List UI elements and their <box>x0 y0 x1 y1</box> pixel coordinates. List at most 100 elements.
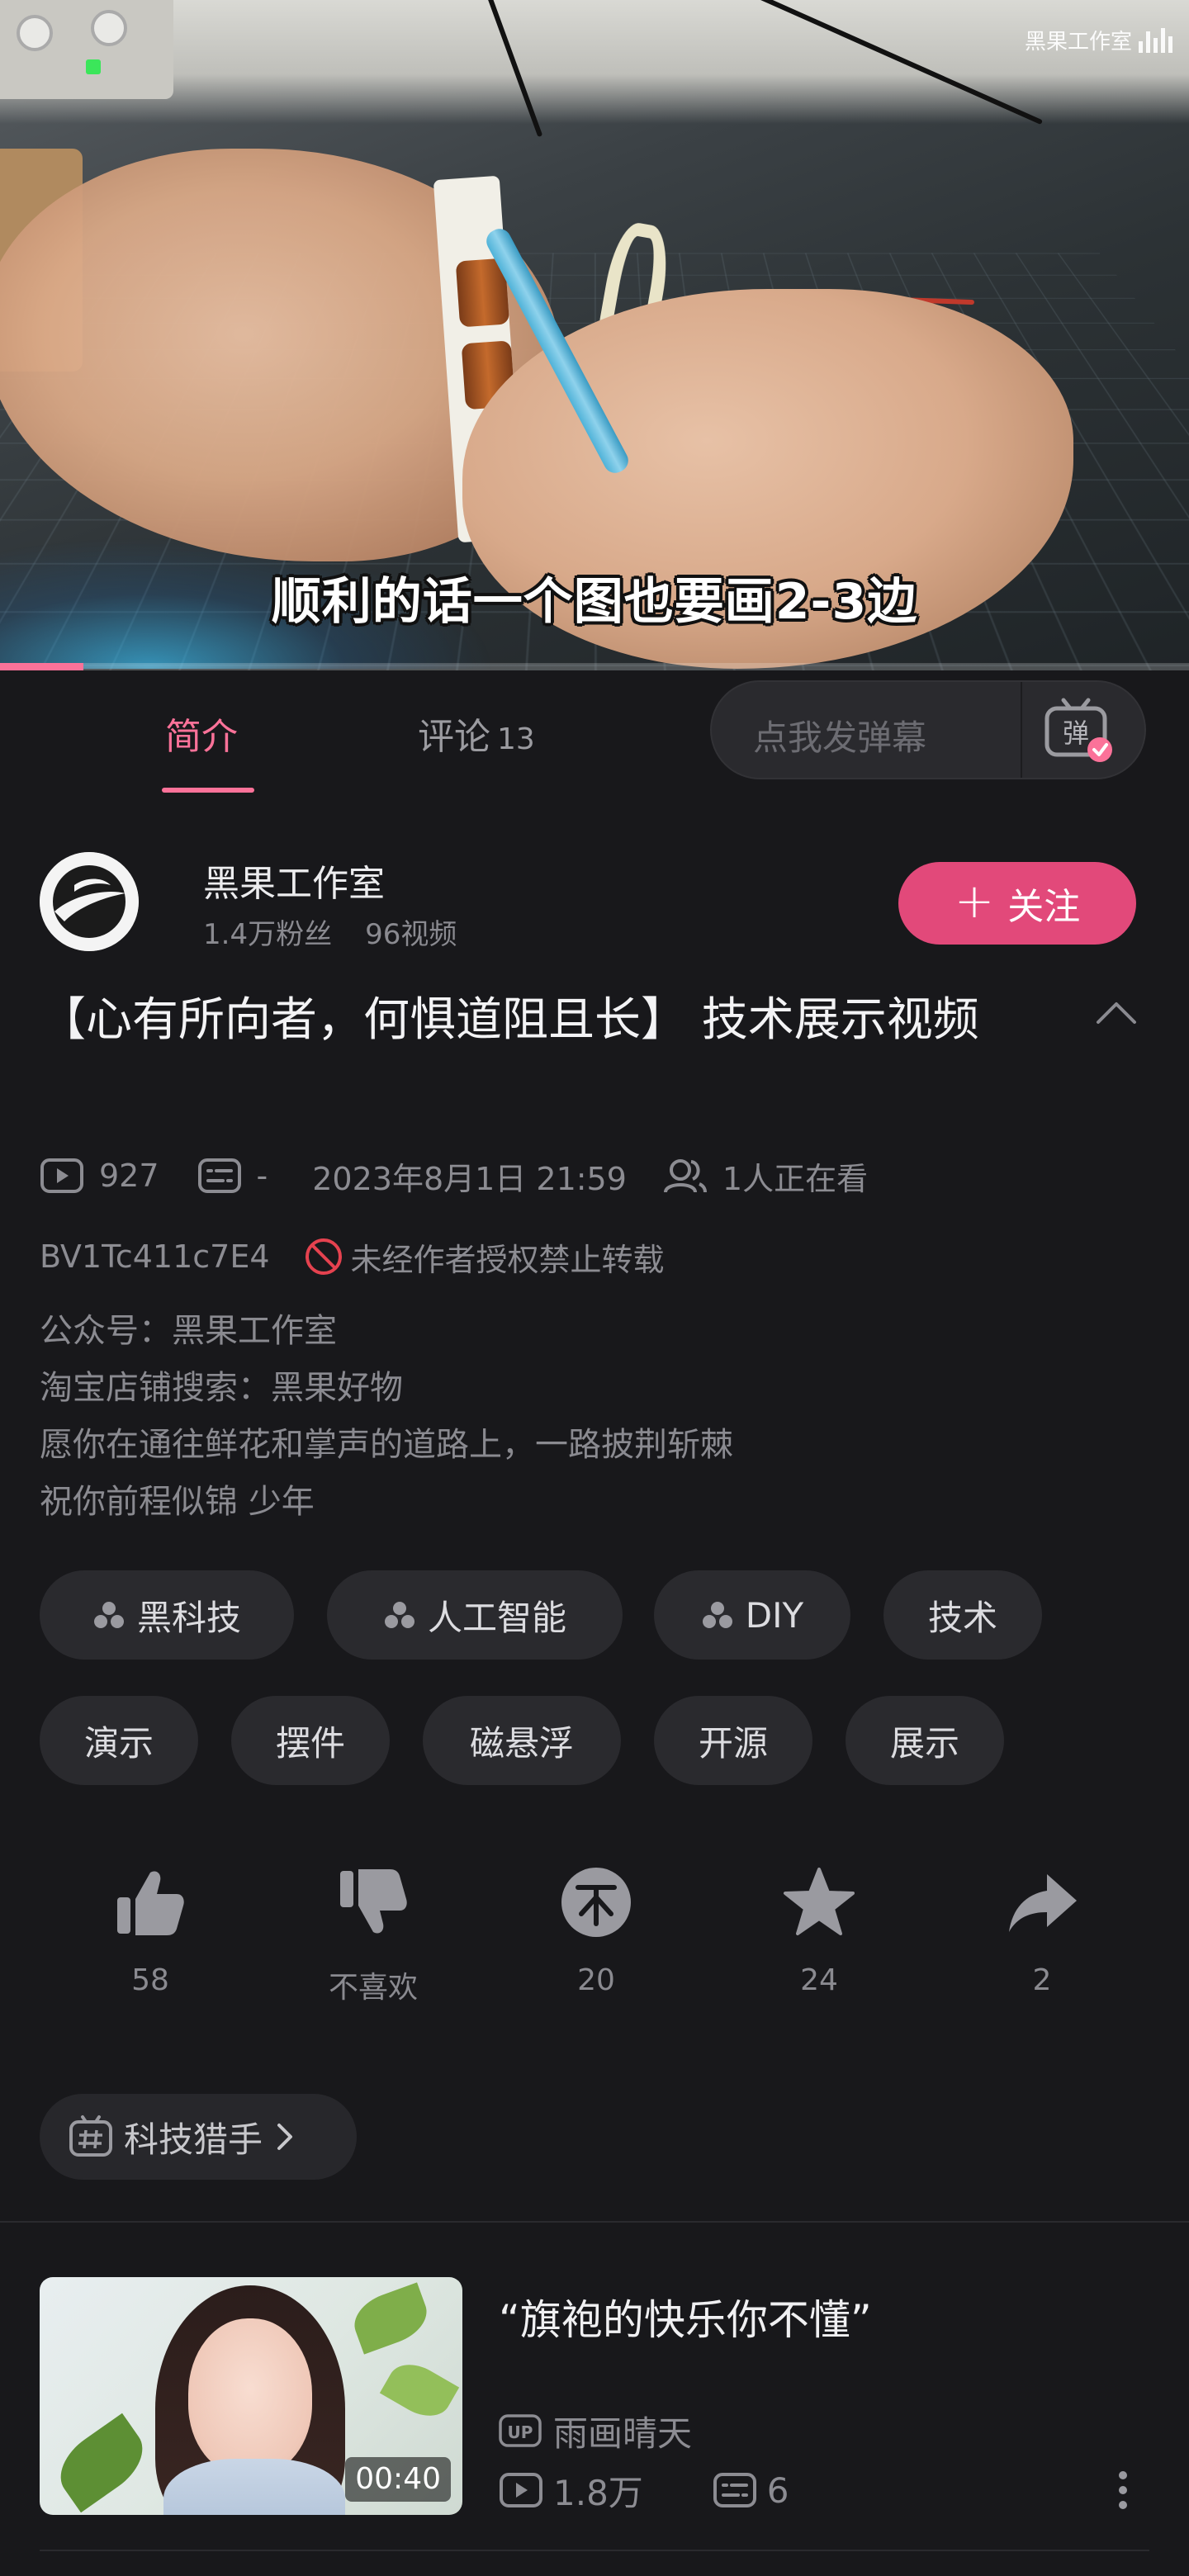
play-count: 927 <box>99 1158 159 1194</box>
recommendation-stats: 1.8万 6 <box>499 2467 789 2513</box>
bvid: BV1Tc411c7E4 <box>40 1238 270 1275</box>
tab-comments[interactable]: 评论 13 <box>418 707 535 760</box>
thumbnail-dress <box>163 2459 345 2515</box>
favorite-count: 24 <box>800 1963 838 1997</box>
tag-label: DIY <box>745 1594 804 1636</box>
tag-chip[interactable]: 摆件 <box>231 1696 390 1785</box>
danmaku-placeholder: 点我发弹幕 <box>753 717 927 758</box>
tag-label: 技术 <box>927 1597 997 1638</box>
tab-intro[interactable]: 简介 <box>165 707 238 760</box>
tag-chip[interactable]: 技术 <box>883 1570 1042 1660</box>
danmaku-count: - <box>256 1158 268 1194</box>
recommendation-danmaku: 6 <box>766 2469 789 2511</box>
avatar[interactable] <box>40 852 139 951</box>
video-title: 【心有所向者，何惧道阻且长】 技术展示视频 <box>40 993 979 1047</box>
recommendation-title[interactable]: “旗袍的快乐你不懂” <box>499 2287 872 2346</box>
danmaku-count-icon <box>197 1158 241 1193</box>
watermark-text: 黑果工作室 <box>1024 30 1132 54</box>
list-divider <box>40 2550 1149 2551</box>
tag-chip[interactable]: 黑科技 <box>40 1570 294 1660</box>
dislike-label: 不喜欢 <box>328 1971 418 2005</box>
channel-icon <box>93 1602 124 1628</box>
tag-label: 开源 <box>698 1722 768 1764</box>
plus-icon: + <box>954 873 995 929</box>
description-line: 愿你在通往鲜花和掌声的道路上，一路披荆斩棘 <box>40 1426 733 1464</box>
uploader-name: 雨画晴天 <box>553 2413 693 2454</box>
play-count-icon <box>40 1158 83 1193</box>
coin-count: 20 <box>577 1963 615 1997</box>
tag-chip[interactable]: 人工智能 <box>327 1570 623 1660</box>
danmaku-count-icon <box>713 2473 756 2507</box>
publish-date: 2023年8月1日 21:59 <box>312 1160 627 1197</box>
share-icon <box>1009 1874 1077 1932</box>
danmaku-input[interactable]: 点我发弹幕 弹 <box>710 680 1146 779</box>
tag-label: 黑科技 <box>136 1597 241 1638</box>
danmaku-divider <box>1021 682 1022 778</box>
video-progress-bar[interactable] <box>0 663 1189 670</box>
thumbnail-face <box>188 2318 312 2475</box>
author-videos: 96视频 <box>365 918 457 951</box>
watching-count: 1人正在看 <box>722 1160 869 1197</box>
topic-label: 科技猎手 <box>124 2119 263 2160</box>
thumbs-down-icon <box>340 1869 407 1934</box>
video-description: 公众号：黑果工作室 淘宝店铺搜索：黑果好物 愿你在通往鲜花和掌声的道路上，一路披… <box>40 1303 733 1531</box>
viewers-icon <box>663 1159 707 1193</box>
leaf <box>379 2354 460 2427</box>
follow-button[interactable]: + 关注 <box>898 862 1136 945</box>
tag-chip[interactable]: 开源 <box>654 1696 812 1785</box>
up-badge-icon: UP <box>499 2414 542 2447</box>
studio-logo-icon <box>40 852 139 951</box>
chevron-up-icon[interactable] <box>1095 997 1138 1027</box>
author-fans: 1.4万粉丝 <box>203 918 333 951</box>
coin-button[interactable]: 20 <box>514 1866 679 1997</box>
tag-chip[interactable]: 演示 <box>40 1696 198 1785</box>
instrument-knob <box>91 10 127 46</box>
tab-bar: 简介 评论 13 点我发弹幕 弹 <box>0 670 1189 803</box>
thumbs-up-icon <box>117 1871 184 1935</box>
description-line: 淘宝店铺搜索：黑果好物 <box>40 1369 403 1407</box>
tab-comments-label: 评论 <box>418 716 490 758</box>
video-duration: 00:40 <box>345 2457 451 2502</box>
tag-label: 人工智能 <box>427 1597 566 1638</box>
play-count-icon <box>500 2473 542 2507</box>
tag-label: 摆件 <box>275 1722 345 1764</box>
video-id-row: BV1Tc411c7E4 未经作者授权禁止转载 <box>40 1234 665 1280</box>
like-count: 58 <box>131 1963 169 1997</box>
dislike-button[interactable]: 不喜欢 <box>291 1866 456 2006</box>
recommendation-thumbnail[interactable]: 00:40 <box>40 2277 462 2515</box>
author-name[interactable]: 黑果工作室 <box>203 854 385 907</box>
topic-chip[interactable]: 科技猎手 <box>40 2094 357 2180</box>
danmaku-icon-label: 弹 <box>1063 717 1089 749</box>
leaf <box>347 2282 434 2355</box>
more-options-icon[interactable] <box>1111 2469 1135 2512</box>
tag-chip[interactable]: 磁悬浮 <box>423 1696 621 1785</box>
section-divider <box>0 2221 1189 2223</box>
recommendation-plays: 1.8万 <box>553 2472 643 2513</box>
favorite-button[interactable]: 24 <box>737 1866 902 1997</box>
share-button[interactable]: 2 <box>959 1866 1125 1997</box>
video-meta-row: 927 - 2023年8月1日 21:59 1人正在看 <box>40 1153 868 1199</box>
tag-label: 演示 <box>83 1722 154 1764</box>
video-watermark: 黑果工作室 <box>1025 25 1172 55</box>
follow-label: 关注 <box>1007 886 1081 928</box>
channel-icon <box>702 1602 732 1628</box>
share-count: 2 <box>1032 1963 1052 1997</box>
star-icon <box>784 1868 855 1935</box>
video-subtitle: 顺利的话一个图也要画2-3边 <box>271 573 918 631</box>
tag-chip[interactable]: DIY <box>654 1570 850 1660</box>
like-button[interactable]: 58 <box>68 1866 233 1997</box>
video-progress-fill <box>0 663 83 670</box>
video-player[interactable]: 黑果工作室 顺利的话一个图也要画2-3边 <box>0 0 1189 670</box>
coin-icon <box>561 1868 631 1937</box>
channel-icon <box>384 1602 414 1628</box>
recommendation-uploader[interactable]: UP 雨画晴天 <box>499 2408 692 2454</box>
tag-chip[interactable]: 展示 <box>846 1696 1004 1785</box>
instrument-knob <box>17 15 53 51</box>
lab-instrument <box>0 0 173 99</box>
tag-label: 展示 <box>889 1722 959 1764</box>
no-repost-icon <box>305 1238 342 1275</box>
leaf <box>47 2413 156 2513</box>
author-stats: 1.4万粉丝 96视频 <box>203 912 457 952</box>
description-line: 祝你前程似锦 少年 <box>40 1483 315 1521</box>
danmaku-settings-icon[interactable]: 弹 <box>1042 697 1115 766</box>
